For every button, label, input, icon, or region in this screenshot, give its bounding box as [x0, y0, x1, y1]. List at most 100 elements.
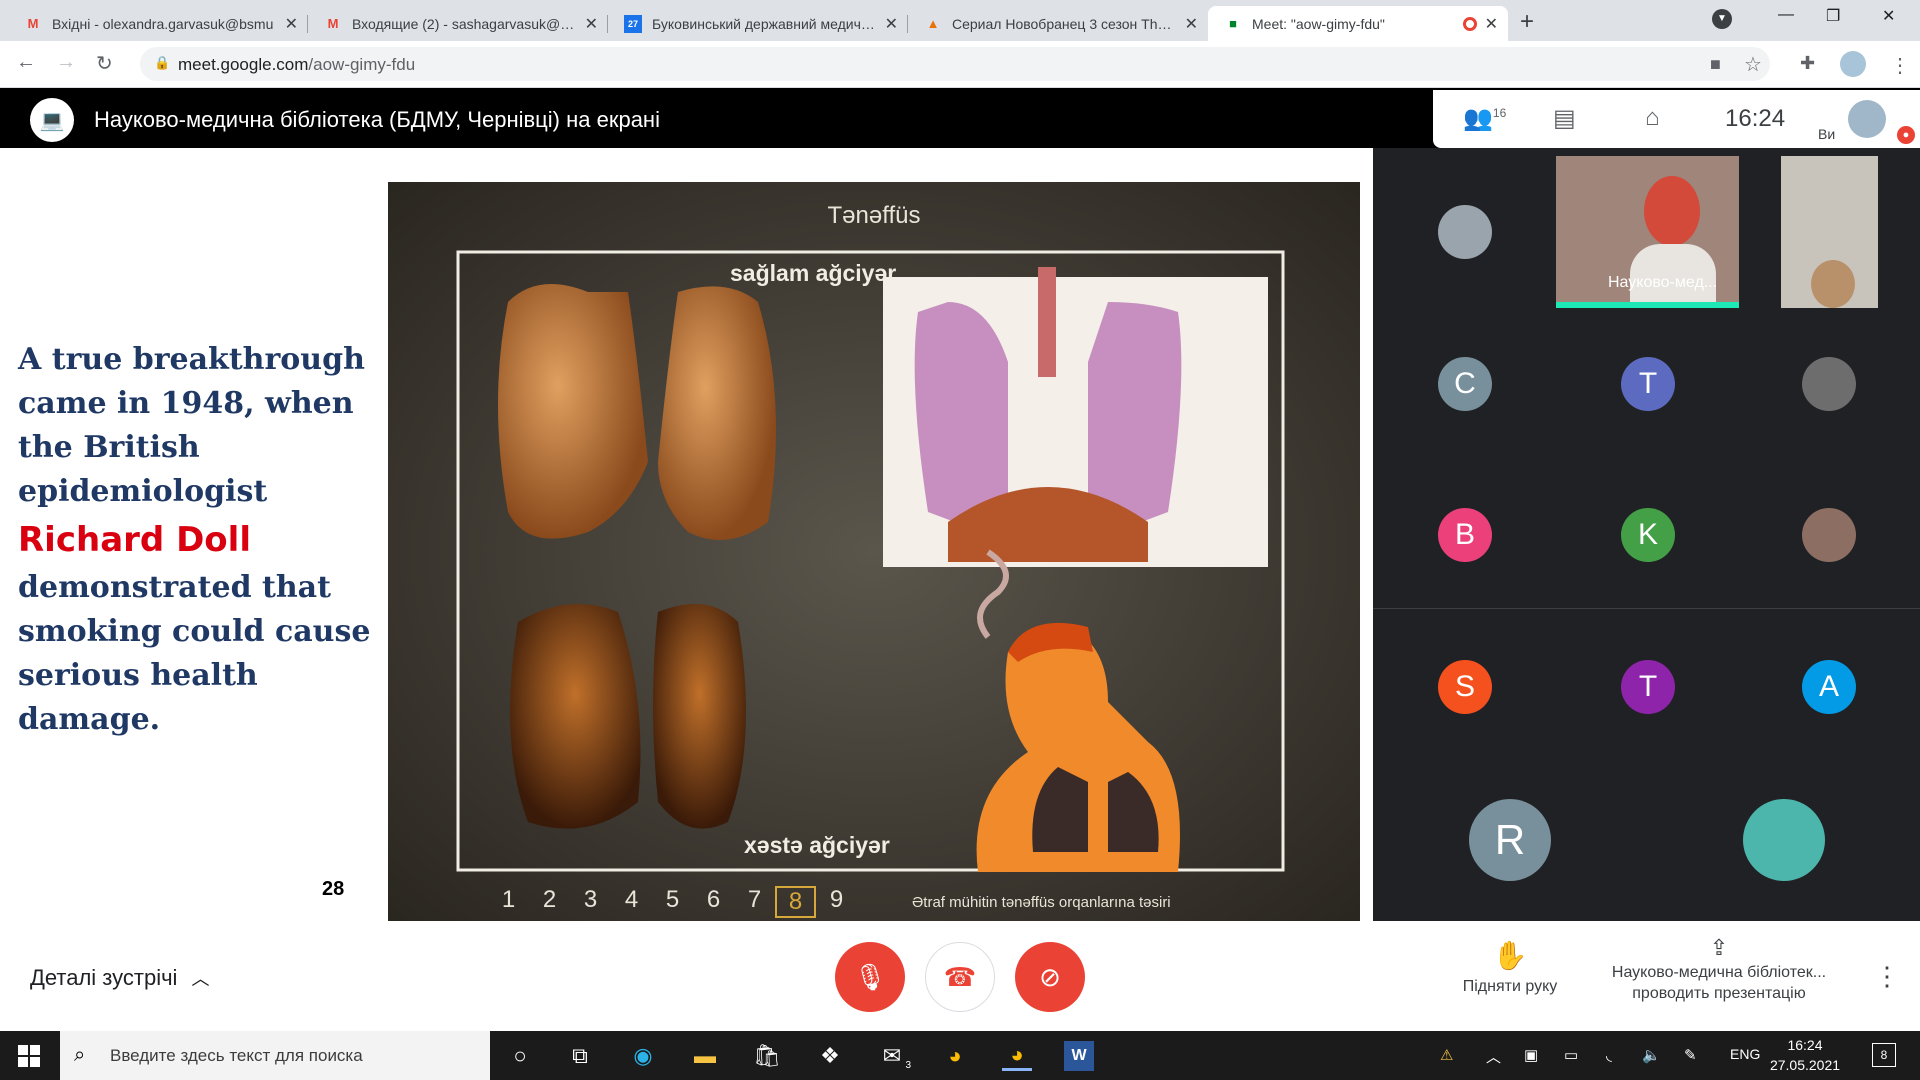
new-tab-button[interactable]: + [1520, 8, 1534, 36]
language-indicator[interactable]: ENG [1730, 1046, 1760, 1062]
participant-avatar[interactable]: T [1621, 357, 1675, 411]
back-icon[interactable]: ← [16, 51, 36, 74]
minimize-button[interactable]: — [1778, 6, 1794, 24]
task-view-icon[interactable]: ⧉ [565, 1041, 595, 1071]
tab-bsmu[interactable]: 27 Буковинський державний медичний ✕ [608, 6, 908, 41]
gmail-icon: M [327, 16, 339, 31]
participant-avatar[interactable]: S [1438, 660, 1492, 714]
speaker-head [1644, 176, 1700, 246]
camera-icon[interactable]: ■ [1710, 54, 1721, 75]
lock-icon: 🔒 [154, 55, 171, 70]
mail-icon[interactable]: ✉ 3 [877, 1041, 911, 1071]
lungs-illustration [388, 182, 1360, 921]
close-icon[interactable]: ✕ [1185, 14, 1198, 34]
slide-text: A true breakthrough came in 1948, when t… [18, 338, 388, 742]
store-icon[interactable]: 🛍 [752, 1041, 782, 1071]
search-placeholder: Введите здесь текст для поиска [110, 1046, 363, 1065]
active-speaker-bar [1556, 302, 1739, 308]
self-label: Ви [1818, 126, 1836, 142]
slide-number: 28 [322, 878, 345, 900]
close-icon[interactable]: ✕ [585, 14, 598, 34]
mic-off-button[interactable]: 🎙 [835, 942, 905, 1012]
menu-icon[interactable]: ⋮ [1890, 53, 1910, 78]
chrome-profile-icon[interactable]: ◕ [1002, 1041, 1032, 1071]
notification-icon[interactable]: 8 [1872, 1043, 1896, 1067]
page-number: 6 [706, 886, 721, 913]
participant-avatar[interactable] [1802, 357, 1856, 411]
update-warning-icon[interactable]: ⚠ [1440, 1046, 1453, 1064]
raise-hand-button[interactable]: ✋ Підняти руку [1456, 939, 1564, 996]
cortana-icon[interactable]: ○ [505, 1041, 535, 1071]
participant-avatar[interactable]: K [1621, 508, 1675, 562]
participants-count: 16 [1492, 106, 1507, 120]
close-icon[interactable]: ✕ [1485, 14, 1498, 34]
participant-avatar[interactable]: C [1438, 357, 1492, 411]
meeting-clock: 16:24 [1725, 105, 1786, 132]
browser-toolbar: ← → ↻ 🔒 meet.google.com/aow-gimy-fdu ■ ☆… [0, 41, 1920, 88]
chrome-icon[interactable]: ◕ [940, 1041, 970, 1071]
tab-gmail-bsmu[interactable]: M Вхідні - olexandra.garvasuk@bsmu ✕ [8, 6, 308, 41]
more-options-icon[interactable]: ⋮ [1874, 961, 1900, 992]
edge-icon[interactable]: ◉ [628, 1041, 658, 1071]
image-caption: Ətraf mühitin tənəffüs orqanlarına təsir… [912, 894, 1171, 911]
maximize-button[interactable]: ❐ [1826, 6, 1840, 26]
dropbox-icon[interactable]: ❖ [815, 1041, 845, 1071]
recording-indicator-icon: ● [1897, 126, 1915, 144]
profile-avatar[interactable] [1840, 51, 1866, 77]
meeting-details-button[interactable]: Деталі зустрічі ︿ [30, 965, 209, 991]
address-bar[interactable]: 🔒 meet.google.com/aow-gimy-fdu ■ ☆ [140, 47, 1770, 81]
hand-icon: ✋ [1492, 940, 1528, 971]
word-icon[interactable]: W [1064, 1041, 1094, 1071]
slide-highlight-name: Richard Doll [18, 520, 251, 560]
pen-icon[interactable]: ✎ [1684, 1046, 1697, 1064]
presenter-logo: 💻 [30, 98, 74, 142]
close-icon[interactable]: ✕ [285, 14, 298, 34]
speaker-video-tile[interactable]: Науково-мед... [1556, 156, 1739, 308]
activities-icon[interactable]: ⌂ [1645, 104, 1660, 132]
tab-series[interactable]: ▲ Сериал Новобранец 3 сезон The Rookie ✕ [908, 6, 1208, 41]
windows-start-icon[interactable] [18, 1045, 40, 1067]
tab-meet[interactable]: ■ Meet: "aow-gimy-fdu" ✕ [1208, 6, 1508, 41]
participant-avatar[interactable] [1802, 508, 1856, 562]
url-text: meet.google.com/aow-gimy-fdu [178, 55, 416, 74]
participant-avatar[interactable]: R [1469, 799, 1551, 881]
tab-title: Meet: "aow-gimy-fdu" [1252, 15, 1385, 32]
bookmark-star-icon[interactable]: ☆ [1744, 52, 1762, 77]
participant-video-tile[interactable] [1781, 156, 1878, 308]
meet-tray-icon[interactable]: ▣ [1524, 1046, 1538, 1064]
chat-icon[interactable]: ▤ [1553, 104, 1576, 133]
participant-avatar[interactable]: A [1802, 660, 1856, 714]
participant-avatar[interactable] [1438, 205, 1492, 259]
participant-avatar[interactable] [1743, 799, 1825, 881]
tab-gmail-personal[interactable]: M Входящие (2) - sashagarvasuk@gmail ✕ [308, 6, 608, 41]
camera-off-icon: ⊘ [1039, 961, 1061, 992]
battery-icon[interactable]: ▭ [1564, 1046, 1578, 1064]
camera-off-button[interactable]: ⊘ [1015, 942, 1085, 1012]
participant-avatar[interactable]: B [1438, 508, 1492, 562]
page-number: 9 [829, 886, 844, 913]
search-icon: ⌕ [74, 1044, 86, 1066]
close-icon[interactable]: ✕ [885, 14, 898, 34]
forward-icon[interactable]: → [56, 51, 76, 74]
volume-icon[interactable]: 🔈 [1642, 1046, 1661, 1064]
presentation-slide: A true breakthrough came in 1948, when t… [0, 148, 1373, 921]
reload-icon[interactable]: ↻ [96, 51, 113, 76]
tab-search-icon[interactable]: ▼ [1712, 9, 1732, 29]
participants-grid: Науково-мед... C T B K S T A R [1373, 148, 1920, 921]
self-avatar[interactable] [1848, 100, 1886, 138]
tab-title: Сериал Новобранец 3 сезон The Rookie [952, 15, 1177, 32]
close-window-button[interactable]: ✕ [1882, 6, 1895, 26]
wifi-icon[interactable]: ◟ [1606, 1046, 1612, 1064]
gmail-icon: M [27, 16, 39, 31]
tab-title: Вхідні - olexandra.garvasuk@bsmu [52, 15, 274, 32]
people-icon[interactable]: 👥16 [1463, 104, 1506, 133]
leave-call-button[interactable]: ☎ [925, 942, 995, 1012]
tray-chevron-icon[interactable]: ︿ [1486, 1046, 1501, 1067]
taskbar-search[interactable]: ⌕ Введите здесь текст для поиска [60, 1031, 490, 1080]
browser-tab-strip: M Вхідні - olexandra.garvasuk@bsmu ✕ M В… [0, 0, 1920, 41]
taskbar-clock[interactable]: 16:24 27.05.2021 [1760, 1035, 1850, 1075]
presentation-status-button[interactable]: ⇪ Науково-медична бібліотек... проводить… [1596, 937, 1842, 1004]
participant-avatar[interactable]: T [1621, 660, 1675, 714]
extensions-icon[interactable]: ✚ [1800, 53, 1815, 74]
file-explorer-icon[interactable]: ▬ [690, 1041, 720, 1071]
